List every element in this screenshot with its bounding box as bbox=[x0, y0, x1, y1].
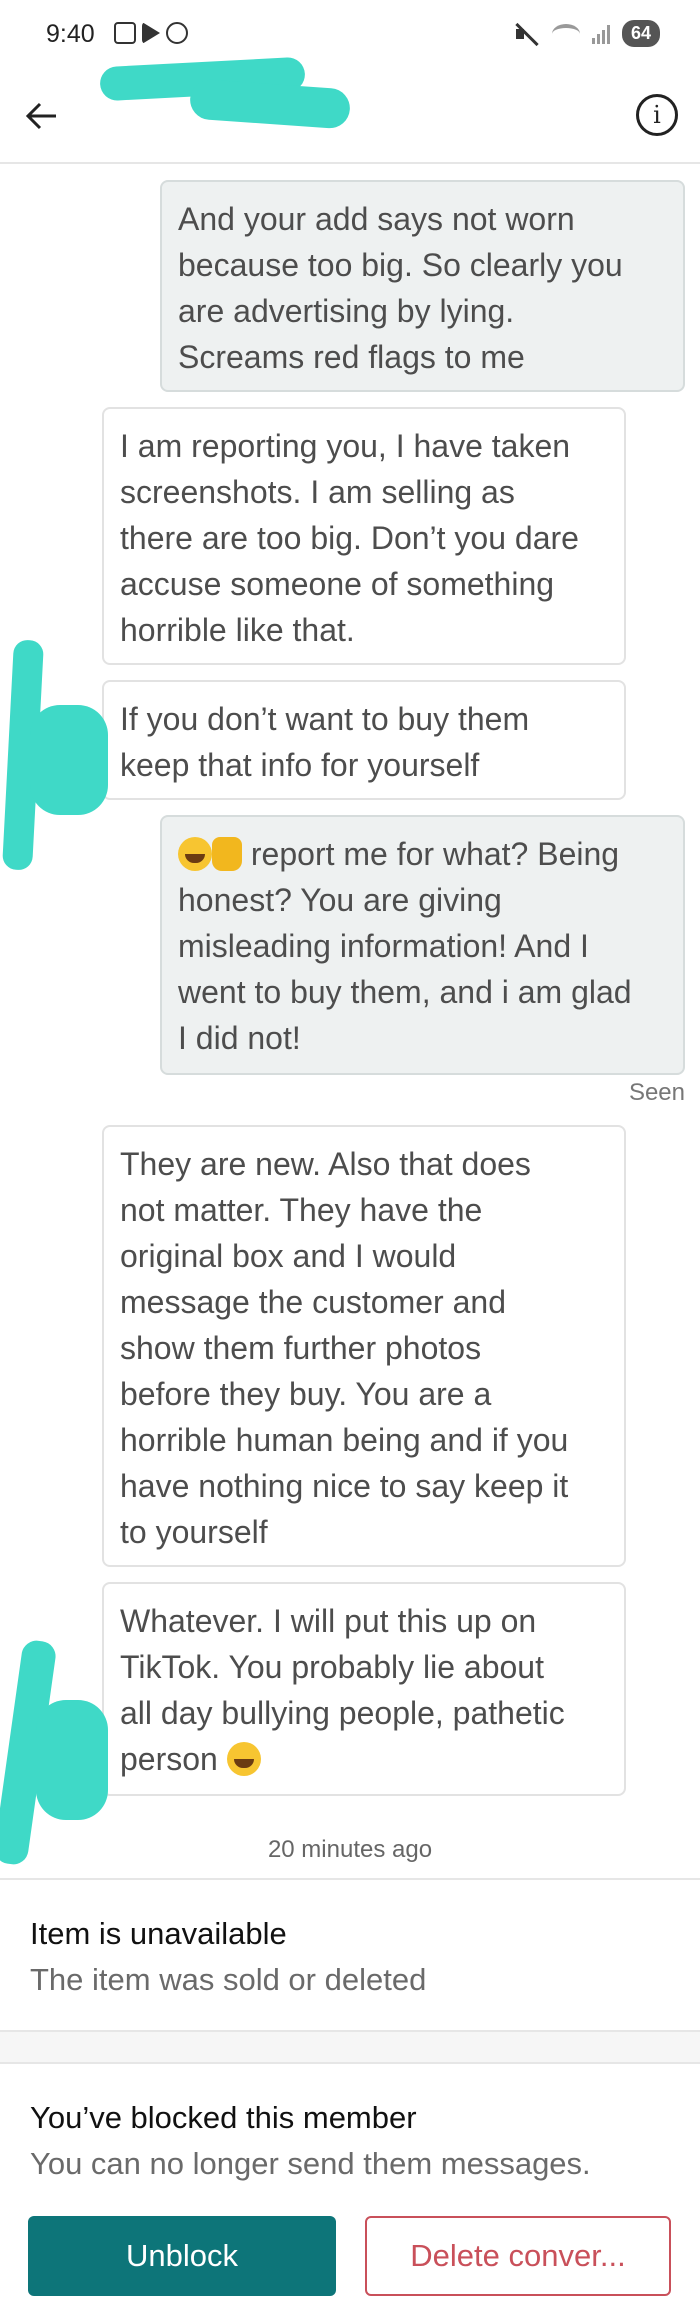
section-gap bbox=[0, 2032, 700, 2062]
item-status-title: Item is unavailable bbox=[30, 1916, 287, 1951]
battery-indicator: 64 bbox=[621, 20, 660, 47]
arrow-left-icon[interactable] bbox=[22, 96, 62, 136]
status-bar: 9:40 64 bbox=[0, 0, 700, 74]
status-notification-icons bbox=[114, 22, 188, 44]
divider bbox=[0, 1878, 700, 1880]
avatar-redaction bbox=[30, 705, 108, 815]
message-bubble-incoming: Whatever. I will put this up on TikTok. … bbox=[102, 1582, 626, 1796]
item-status-subtitle: The item was sold or deleted bbox=[30, 1962, 427, 1997]
seen-indicator: Seen bbox=[628, 1079, 685, 1106]
message-timestamp: 20 minutes ago bbox=[267, 1836, 433, 1863]
info-icon[interactable]: i bbox=[636, 94, 678, 136]
conversation-header: i bbox=[0, 56, 700, 164]
message-bubble-incoming: They are new. Also that does not matter.… bbox=[102, 1125, 626, 1567]
thumbs-up-emoji-icon bbox=[212, 837, 242, 871]
message-bubble-incoming: I am reporting you, I have taken screens… bbox=[102, 407, 626, 665]
status-time: 9:40 bbox=[46, 20, 95, 48]
app-notification-icon bbox=[166, 22, 188, 44]
message-bubble-outgoing: report me for what? Being honest? You ar… bbox=[160, 815, 685, 1075]
message-bubble-outgoing: And your add says not worn because too b… bbox=[160, 180, 685, 392]
blocked-subtitle: You can no longer send them messages. bbox=[30, 2146, 591, 2181]
message-bubble-incoming: If you don’t want to buy them keep that … bbox=[102, 680, 626, 800]
wifi-icon bbox=[551, 23, 580, 44]
username-redaction-stroke bbox=[188, 78, 352, 130]
screenshot-notification-icon bbox=[114, 22, 136, 44]
status-system-icons: 64 bbox=[514, 20, 660, 47]
blocked-title: You’ve blocked this member bbox=[30, 2100, 417, 2135]
laughing-emoji-icon bbox=[178, 837, 212, 871]
divider bbox=[0, 2062, 700, 2064]
mute-icon bbox=[514, 23, 540, 45]
message-text: report me for what? Being honest? You ar… bbox=[178, 836, 632, 1056]
delete-conversation-button[interactable]: Delete conver... bbox=[365, 2216, 671, 2296]
laughing-emoji-icon bbox=[226, 1742, 261, 1776]
message-text: Whatever. I will put this up on TikTok. … bbox=[120, 1603, 565, 1777]
signal-icon bbox=[591, 24, 610, 44]
avatar-redaction bbox=[36, 1700, 108, 1820]
unblock-button[interactable]: Unblock bbox=[28, 2216, 336, 2296]
play-notification-icon bbox=[142, 22, 160, 44]
